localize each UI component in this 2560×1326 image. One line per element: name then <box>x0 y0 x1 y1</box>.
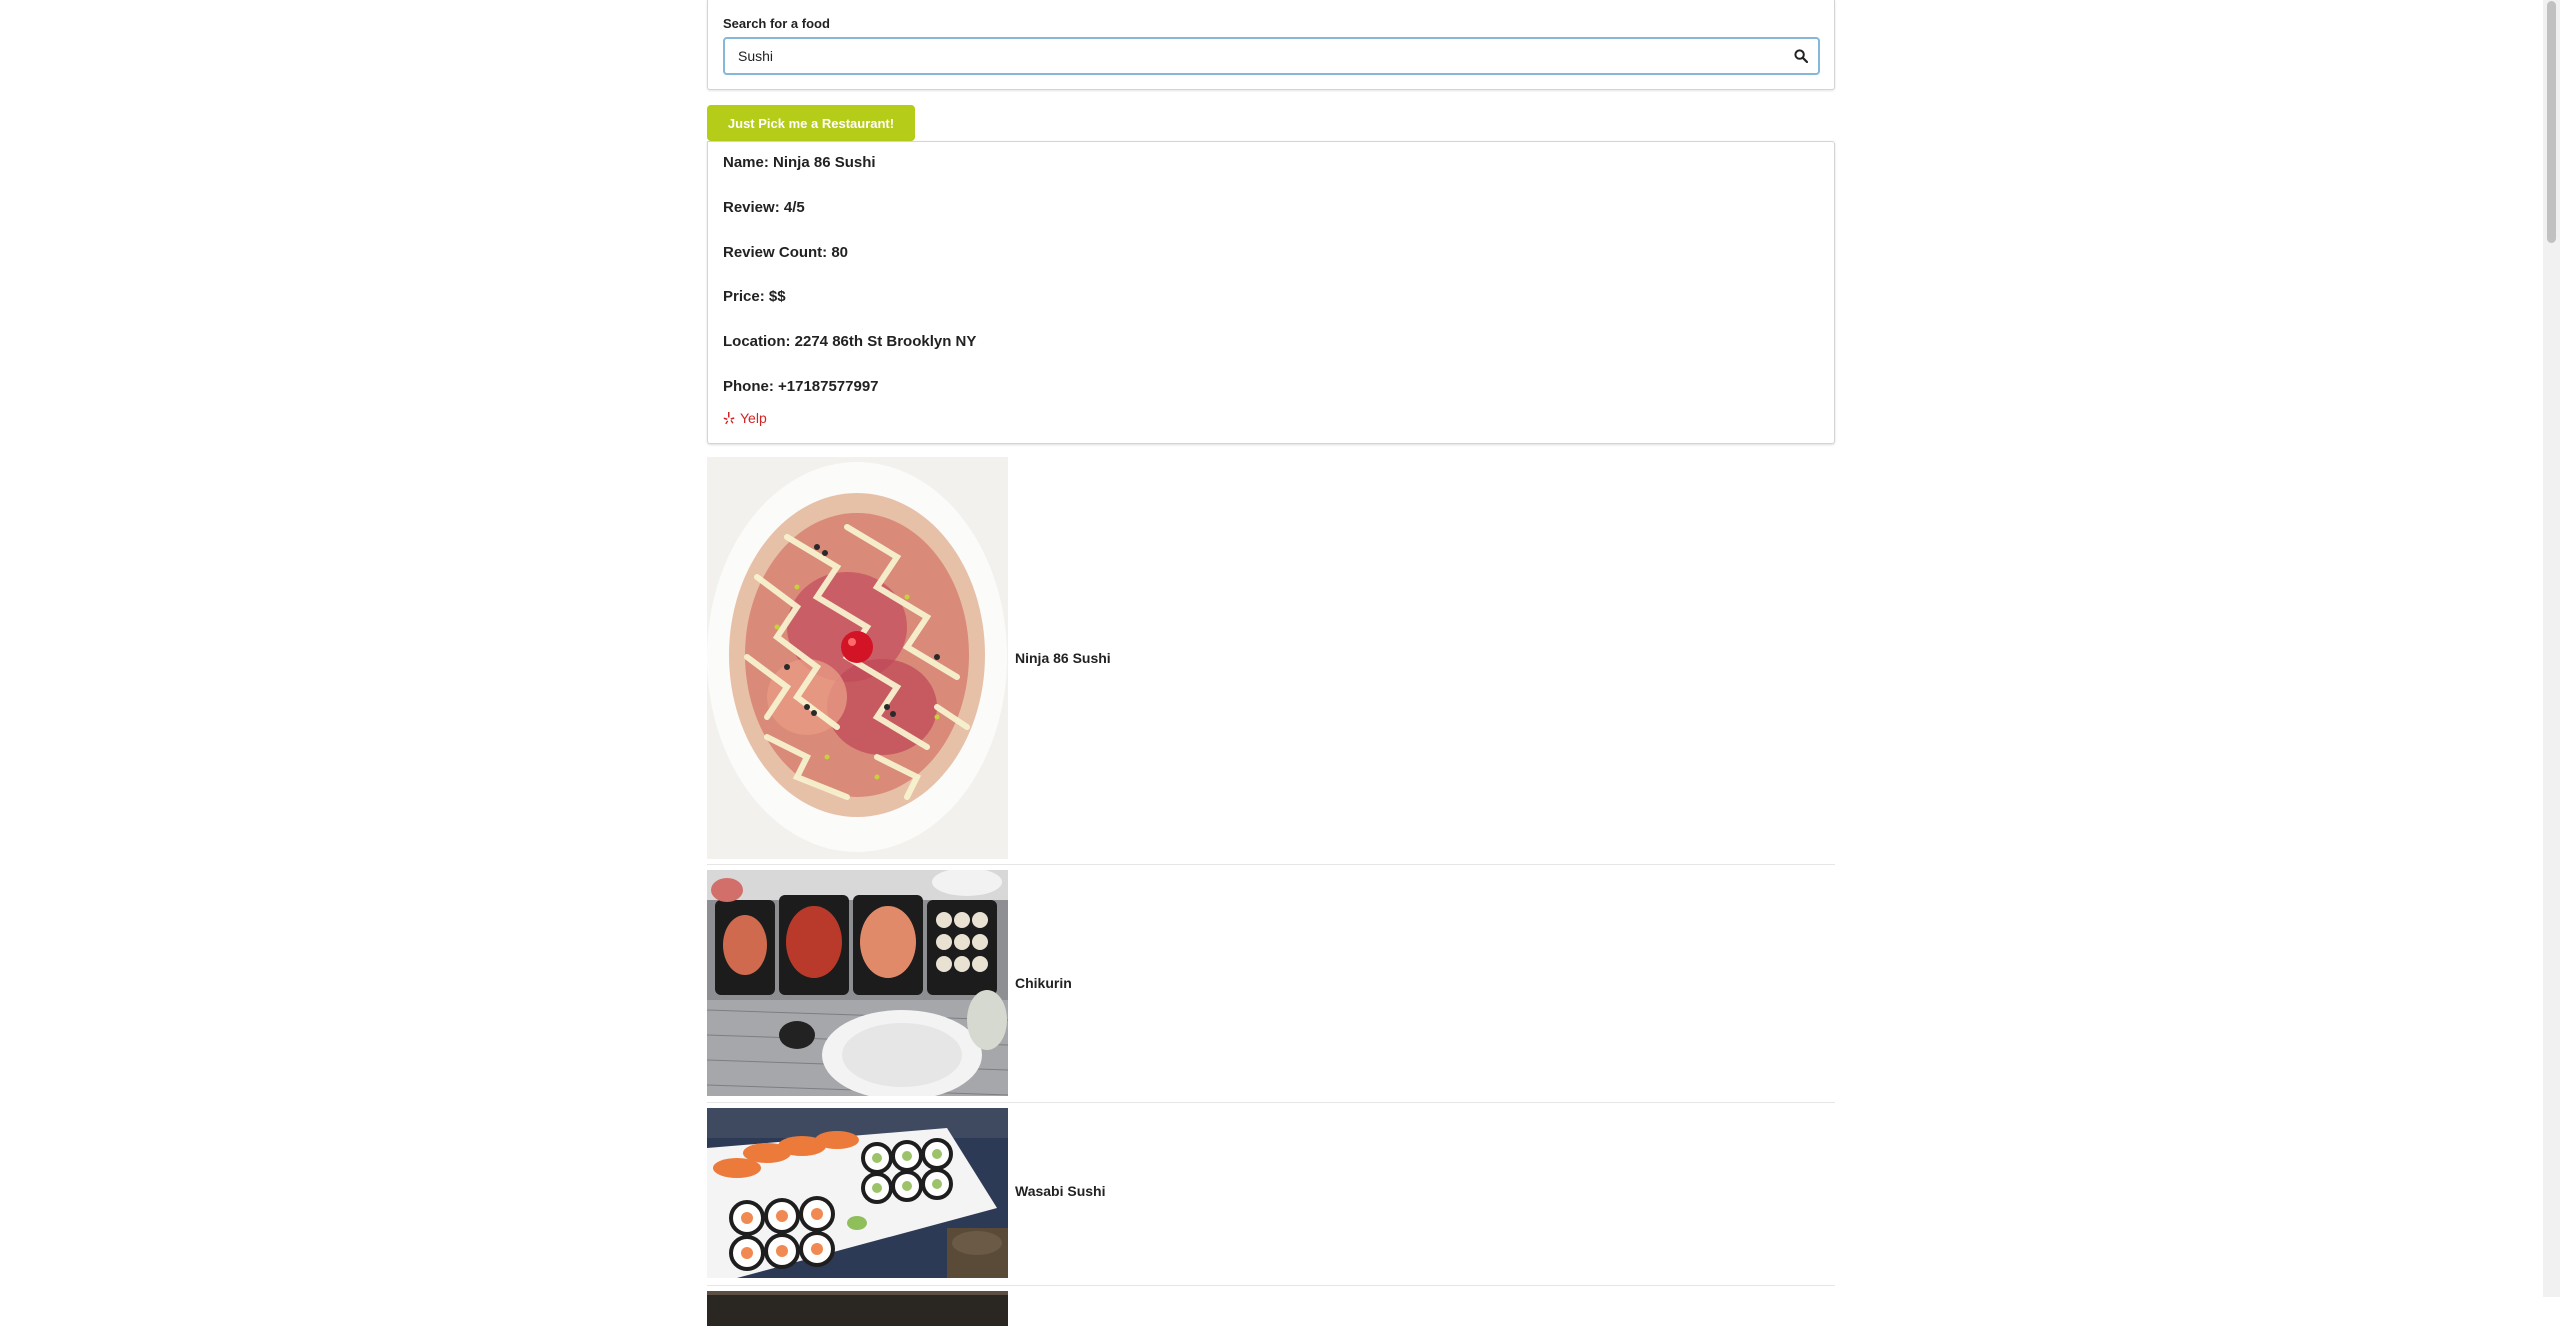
list-item[interactable]: Chikurin <box>707 865 1835 1103</box>
pick-restaurant-button[interactable]: Just Pick me a Restaurant! <box>707 105 915 141</box>
scrollbar-thumb[interactable] <box>2547 1 2556 243</box>
restaurant-review: Review: 4/5 <box>723 199 805 216</box>
food-photo-sushi-trays-image <box>707 870 1008 1096</box>
restaurant-name: Name: Ninja 86 Sushi <box>723 154 876 171</box>
restaurant-phone: Phone: +17187577997 <box>723 378 879 395</box>
restaurant-review-count: Review Count: 80 <box>723 244 849 261</box>
list-item[interactable] <box>707 1286 1835 1326</box>
food-photo-partial-image <box>707 1291 1008 1326</box>
yelp-icon <box>723 412 735 425</box>
search-box[interactable] <box>723 37 1820 75</box>
food-photo <box>707 870 1008 1096</box>
search-input[interactable] <box>725 39 1738 73</box>
main-column: Search for a food Just Pick me a Restaur… <box>707 0 1835 1326</box>
food-photo <box>707 1291 1008 1326</box>
restaurant-details-card: Name: Ninja 86 Sushi Review: 4/5 Review … <box>707 141 1835 444</box>
yelp-link[interactable]: Yelp <box>723 410 767 426</box>
food-photo-poke-plate-image <box>707 457 1008 859</box>
result-name[interactable]: Chikurin <box>1015 975 1072 991</box>
search-label: Search for a food <box>723 16 830 31</box>
restaurant-location: Location: 2274 86th St Brooklyn NY <box>723 333 977 350</box>
food-photo <box>707 457 1008 859</box>
search-icon[interactable] <box>1794 49 1808 63</box>
list-item[interactable]: Wasabi Sushi <box>707 1103 1835 1286</box>
food-photo-sushi-platter-image <box>707 1108 1008 1278</box>
result-name[interactable]: Ninja 86 Sushi <box>1015 650 1111 666</box>
yelp-label: Yelp <box>740 410 767 426</box>
results-list: Ninja 86 Sushi Chikurin Wasabi Sushi <box>707 457 1835 1326</box>
restaurant-price: Price: $$ <box>723 288 786 305</box>
result-name[interactable]: Wasabi Sushi <box>1015 1183 1106 1199</box>
list-item[interactable]: Ninja 86 Sushi <box>707 457 1835 865</box>
food-photo <box>707 1108 1008 1278</box>
page-scrollbar[interactable] <box>2543 0 2560 1297</box>
search-card: Search for a food <box>707 0 1835 90</box>
